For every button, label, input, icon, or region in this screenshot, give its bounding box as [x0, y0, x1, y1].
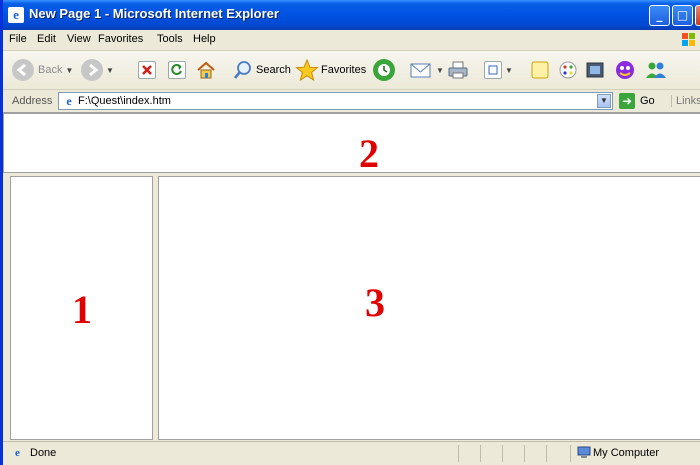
- messenger-icon: [616, 61, 634, 79]
- close-button[interactable]: ✕: [695, 5, 700, 26]
- left-frame: 1: [10, 176, 153, 440]
- maximize-button[interactable]: □: [672, 5, 693, 26]
- chevron-down-icon: ▼: [436, 65, 444, 75]
- windows-flag-icon: [682, 33, 695, 46]
- status-text: Done: [30, 447, 57, 459]
- status-divider: [546, 445, 547, 462]
- printer-icon: [448, 61, 468, 79]
- page-icon: e: [66, 94, 72, 108]
- go-button[interactable]: Go: [640, 95, 655, 107]
- browser-window: e New Page 1 - Microsoft Internet Explor…: [0, 0, 700, 465]
- status-divider: [570, 445, 571, 462]
- discuss-note-icon: [531, 61, 549, 79]
- menu-edit[interactable]: Edit: [37, 33, 56, 45]
- frame-number-1: 1: [72, 287, 92, 332]
- chevron-down-icon[interactable]: ▼: [597, 94, 611, 108]
- chevron-down-icon: ▼: [505, 65, 513, 75]
- address-label: Address: [12, 95, 53, 107]
- computer-icon: [577, 446, 591, 458]
- mail-icon: [410, 63, 431, 78]
- msn-buddy-button[interactable]: [644, 58, 668, 82]
- menu-view[interactable]: View: [67, 33, 91, 45]
- menu-favorites[interactable]: Favorites: [98, 33, 143, 45]
- address-value: F:\Quest\index.htm: [78, 95, 171, 107]
- discuss-button[interactable]: [529, 58, 551, 82]
- search-label: Search: [256, 64, 291, 76]
- status-bar: e Done My Computer: [3, 441, 700, 465]
- favorites-label: Favorites: [321, 64, 367, 76]
- search-button[interactable]: Search: [232, 58, 291, 82]
- mail-button[interactable]: ▼: [409, 58, 444, 82]
- chevron-down-icon: ▼: [106, 65, 114, 75]
- menu-help[interactable]: Help: [193, 33, 216, 45]
- status-divider: [480, 445, 481, 462]
- stop-icon: [138, 61, 156, 79]
- home-icon: [197, 61, 215, 79]
- window-title: New Page 1 - Microsoft Internet Explorer: [29, 6, 279, 21]
- ie-logo-icon: e: [8, 7, 24, 23]
- history-icon: [373, 59, 395, 81]
- status-divider: [502, 445, 503, 462]
- home-button[interactable]: [195, 58, 217, 82]
- messenger-button[interactable]: [613, 58, 637, 82]
- menu-tools[interactable]: Tools: [157, 33, 183, 45]
- standard-toolbar: Back ▼ ▼ Search Favorites ▼ ▼: [3, 51, 700, 90]
- search-icon: [233, 61, 251, 79]
- media-icon: [586, 62, 604, 78]
- go-arrow-icon[interactable]: ➜: [619, 93, 635, 109]
- menu-file[interactable]: File: [9, 33, 27, 45]
- forward-arrow-icon: [81, 59, 103, 81]
- print-button[interactable]: [447, 58, 469, 82]
- refresh-button[interactable]: [168, 58, 186, 82]
- status-divider: [524, 445, 525, 462]
- page-content: 2 1 3: [3, 113, 700, 440]
- page-done-icon: e: [15, 447, 20, 459]
- edit-icon: [484, 61, 502, 79]
- minimize-button[interactable]: _: [649, 5, 670, 26]
- media-button[interactable]: [584, 58, 606, 82]
- title-bar[interactable]: e New Page 1 - Microsoft Internet Explor…: [3, 0, 700, 30]
- history-button[interactable]: [373, 58, 395, 82]
- top-frame: 2: [3, 113, 700, 176]
- address-bar: Address e F:\Quest\index.htm ▼ ➜ Go Link…: [3, 90, 700, 113]
- forward-button[interactable]: ▼: [81, 58, 114, 82]
- menu-bar: File Edit View Favorites Tools Help: [3, 30, 700, 51]
- back-arrow-icon: [12, 59, 34, 81]
- security-zone: My Computer: [593, 447, 660, 459]
- research-button[interactable]: [557, 58, 579, 82]
- edit-page-button[interactable]: ▼: [484, 58, 513, 82]
- frame-number-3: 3: [365, 280, 385, 325]
- favorites-button[interactable]: Favorites: [295, 58, 366, 82]
- msn-buddy-icon: [646, 62, 666, 78]
- main-frame: 3: [158, 176, 700, 440]
- back-label: Back: [38, 64, 63, 76]
- stop-button[interactable]: [138, 58, 156, 82]
- refresh-icon: [168, 61, 186, 79]
- research-icon: [559, 61, 577, 79]
- favorites-star-icon: [295, 59, 319, 81]
- back-button[interactable]: Back ▼: [12, 58, 73, 82]
- frame-number-2: 2: [359, 131, 379, 176]
- address-input[interactable]: e F:\Quest\index.htm ▼: [58, 92, 613, 110]
- links-toolbar[interactable]: Links: [671, 95, 700, 107]
- status-divider: [458, 445, 459, 462]
- chevron-down-icon: ▼: [65, 65, 74, 75]
